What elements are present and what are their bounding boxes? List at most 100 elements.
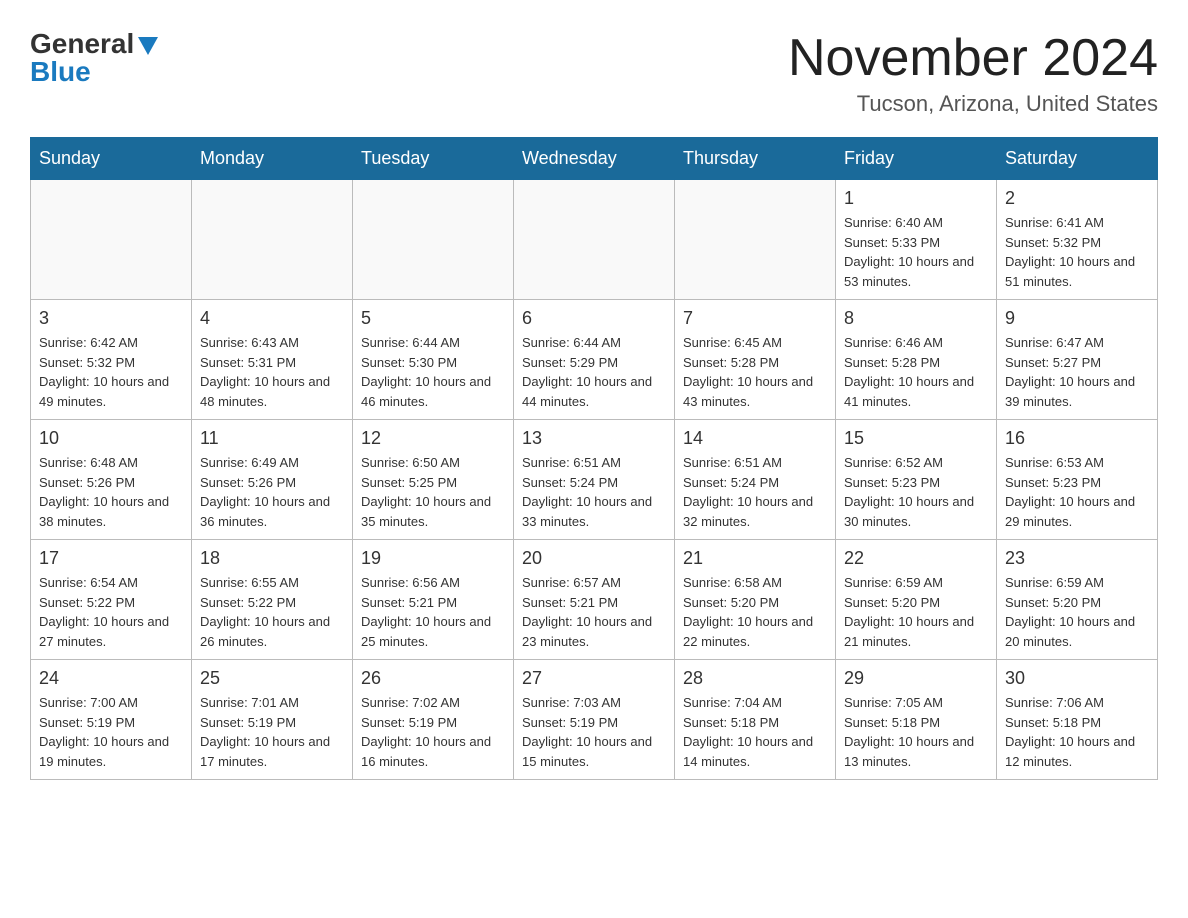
day-number: 1	[844, 188, 988, 209]
day-info: Sunrise: 6:56 AM Sunset: 5:21 PM Dayligh…	[361, 573, 505, 651]
day-number: 20	[522, 548, 666, 569]
col-monday: Monday	[192, 138, 353, 180]
table-row: 10 Sunrise: 6:48 AM Sunset: 5:26 PM Dayli…	[31, 420, 192, 540]
calendar-header-row: Sunday Monday Tuesday Wednesday Thursday…	[31, 138, 1158, 180]
col-saturday: Saturday	[997, 138, 1158, 180]
day-number: 24	[39, 668, 183, 689]
day-number: 25	[200, 668, 344, 689]
day-number: 18	[200, 548, 344, 569]
table-row	[675, 180, 836, 300]
table-row: 23 Sunrise: 6:59 AM Sunset: 5:20 PM Dayli…	[997, 540, 1158, 660]
day-info: Sunrise: 6:48 AM Sunset: 5:26 PM Dayligh…	[39, 453, 183, 531]
day-info: Sunrise: 6:59 AM Sunset: 5:20 PM Dayligh…	[844, 573, 988, 651]
title-section: November 2024 Tucson, Arizona, United St…	[788, 30, 1158, 117]
table-row: 20 Sunrise: 6:57 AM Sunset: 5:21 PM Dayli…	[514, 540, 675, 660]
table-row: 11 Sunrise: 6:49 AM Sunset: 5:26 PM Dayli…	[192, 420, 353, 540]
day-info: Sunrise: 6:44 AM Sunset: 5:30 PM Dayligh…	[361, 333, 505, 411]
day-info: Sunrise: 6:42 AM Sunset: 5:32 PM Dayligh…	[39, 333, 183, 411]
day-info: Sunrise: 7:02 AM Sunset: 5:19 PM Dayligh…	[361, 693, 505, 771]
calendar-week-row: 10 Sunrise: 6:48 AM Sunset: 5:26 PM Dayli…	[31, 420, 1158, 540]
calendar-week-row: 24 Sunrise: 7:00 AM Sunset: 5:19 PM Dayli…	[31, 660, 1158, 780]
day-number: 4	[200, 308, 344, 329]
day-info: Sunrise: 6:51 AM Sunset: 5:24 PM Dayligh…	[522, 453, 666, 531]
day-number: 21	[683, 548, 827, 569]
logo-blue-text: Blue	[30, 58, 91, 86]
day-info: Sunrise: 6:47 AM Sunset: 5:27 PM Dayligh…	[1005, 333, 1149, 411]
table-row: 25 Sunrise: 7:01 AM Sunset: 5:19 PM Dayli…	[192, 660, 353, 780]
day-number: 22	[844, 548, 988, 569]
table-row: 15 Sunrise: 6:52 AM Sunset: 5:23 PM Dayli…	[836, 420, 997, 540]
table-row: 6Sunrise: 6:44 AM Sunset: 5:29 PM Daylig…	[514, 300, 675, 420]
day-number: 16	[1005, 428, 1149, 449]
day-info: Sunrise: 7:01 AM Sunset: 5:19 PM Dayligh…	[200, 693, 344, 771]
table-row: 16Sunrise: 6:53 AM Sunset: 5:23 PM Dayli…	[997, 420, 1158, 540]
day-info: Sunrise: 7:06 AM Sunset: 5:18 PM Dayligh…	[1005, 693, 1149, 771]
logo: General Blue	[30, 30, 158, 86]
day-number: 7	[683, 308, 827, 329]
calendar-table: Sunday Monday Tuesday Wednesday Thursday…	[30, 137, 1158, 780]
table-row: 14 Sunrise: 6:51 AM Sunset: 5:24 PM Dayli…	[675, 420, 836, 540]
table-row	[353, 180, 514, 300]
day-number: 28	[683, 668, 827, 689]
table-row: 29 Sunrise: 7:05 AM Sunset: 5:18 PM Dayli…	[836, 660, 997, 780]
day-info: Sunrise: 6:46 AM Sunset: 5:28 PM Dayligh…	[844, 333, 988, 411]
col-friday: Friday	[836, 138, 997, 180]
table-row	[514, 180, 675, 300]
day-number: 17	[39, 548, 183, 569]
day-number: 9	[1005, 308, 1149, 329]
month-title: November 2024	[788, 30, 1158, 87]
table-row: 12Sunrise: 6:50 AM Sunset: 5:25 PM Dayli…	[353, 420, 514, 540]
calendar-week-row: 1Sunrise: 6:40 AM Sunset: 5:33 PM Daylig…	[31, 180, 1158, 300]
day-info: Sunrise: 6:51 AM Sunset: 5:24 PM Dayligh…	[683, 453, 827, 531]
day-info: Sunrise: 6:50 AM Sunset: 5:25 PM Dayligh…	[361, 453, 505, 531]
day-number: 15	[844, 428, 988, 449]
day-number: 29	[844, 668, 988, 689]
table-row: 26 Sunrise: 7:02 AM Sunset: 5:19 PM Dayli…	[353, 660, 514, 780]
day-info: Sunrise: 6:41 AM Sunset: 5:32 PM Dayligh…	[1005, 213, 1149, 291]
day-number: 30	[1005, 668, 1149, 689]
table-row: 28Sunrise: 7:04 AM Sunset: 5:18 PM Dayli…	[675, 660, 836, 780]
day-number: 11	[200, 428, 344, 449]
day-number: 6	[522, 308, 666, 329]
table-row: 18 Sunrise: 6:55 AM Sunset: 5:22 PM Dayli…	[192, 540, 353, 660]
table-row: 8 Sunrise: 6:46 AM Sunset: 5:28 PM Daylig…	[836, 300, 997, 420]
day-info: Sunrise: 6:59 AM Sunset: 5:20 PM Dayligh…	[1005, 573, 1149, 651]
day-info: Sunrise: 7:05 AM Sunset: 5:18 PM Dayligh…	[844, 693, 988, 771]
table-row: 30 Sunrise: 7:06 AM Sunset: 5:18 PM Dayli…	[997, 660, 1158, 780]
day-number: 8	[844, 308, 988, 329]
table-row: 19 Sunrise: 6:56 AM Sunset: 5:21 PM Dayli…	[353, 540, 514, 660]
day-number: 19	[361, 548, 505, 569]
day-info: Sunrise: 6:45 AM Sunset: 5:28 PM Dayligh…	[683, 333, 827, 411]
day-info: Sunrise: 7:03 AM Sunset: 5:19 PM Dayligh…	[522, 693, 666, 771]
day-info: Sunrise: 6:52 AM Sunset: 5:23 PM Dayligh…	[844, 453, 988, 531]
day-number: 2	[1005, 188, 1149, 209]
calendar-week-row: 3 Sunrise: 6:42 AM Sunset: 5:32 PM Daylig…	[31, 300, 1158, 420]
day-number: 26	[361, 668, 505, 689]
day-info: Sunrise: 6:43 AM Sunset: 5:31 PM Dayligh…	[200, 333, 344, 411]
day-number: 10	[39, 428, 183, 449]
table-row: 22 Sunrise: 6:59 AM Sunset: 5:20 PM Dayli…	[836, 540, 997, 660]
calendar-week-row: 17 Sunrise: 6:54 AM Sunset: 5:22 PM Dayli…	[31, 540, 1158, 660]
day-number: 14	[683, 428, 827, 449]
day-info: Sunrise: 6:57 AM Sunset: 5:21 PM Dayligh…	[522, 573, 666, 651]
table-row: 7 Sunrise: 6:45 AM Sunset: 5:28 PM Daylig…	[675, 300, 836, 420]
table-row: 24 Sunrise: 7:00 AM Sunset: 5:19 PM Dayli…	[31, 660, 192, 780]
day-info: Sunrise: 7:00 AM Sunset: 5:19 PM Dayligh…	[39, 693, 183, 771]
col-tuesday: Tuesday	[353, 138, 514, 180]
day-info: Sunrise: 6:58 AM Sunset: 5:20 PM Dayligh…	[683, 573, 827, 651]
day-info: Sunrise: 6:54 AM Sunset: 5:22 PM Dayligh…	[39, 573, 183, 651]
day-info: Sunrise: 6:49 AM Sunset: 5:26 PM Dayligh…	[200, 453, 344, 531]
day-number: 23	[1005, 548, 1149, 569]
table-row: 4 Sunrise: 6:43 AM Sunset: 5:31 PM Daylig…	[192, 300, 353, 420]
logo-general-text: General	[30, 30, 158, 58]
table-row: 13Sunrise: 6:51 AM Sunset: 5:24 PM Dayli…	[514, 420, 675, 540]
day-number: 3	[39, 308, 183, 329]
col-sunday: Sunday	[31, 138, 192, 180]
table-row: 27 Sunrise: 7:03 AM Sunset: 5:19 PM Dayli…	[514, 660, 675, 780]
day-number: 27	[522, 668, 666, 689]
table-row: 21 Sunrise: 6:58 AM Sunset: 5:20 PM Dayli…	[675, 540, 836, 660]
table-row: 5 Sunrise: 6:44 AM Sunset: 5:30 PM Daylig…	[353, 300, 514, 420]
day-number: 5	[361, 308, 505, 329]
table-row: 3 Sunrise: 6:42 AM Sunset: 5:32 PM Daylig…	[31, 300, 192, 420]
day-info: Sunrise: 6:55 AM Sunset: 5:22 PM Dayligh…	[200, 573, 344, 651]
